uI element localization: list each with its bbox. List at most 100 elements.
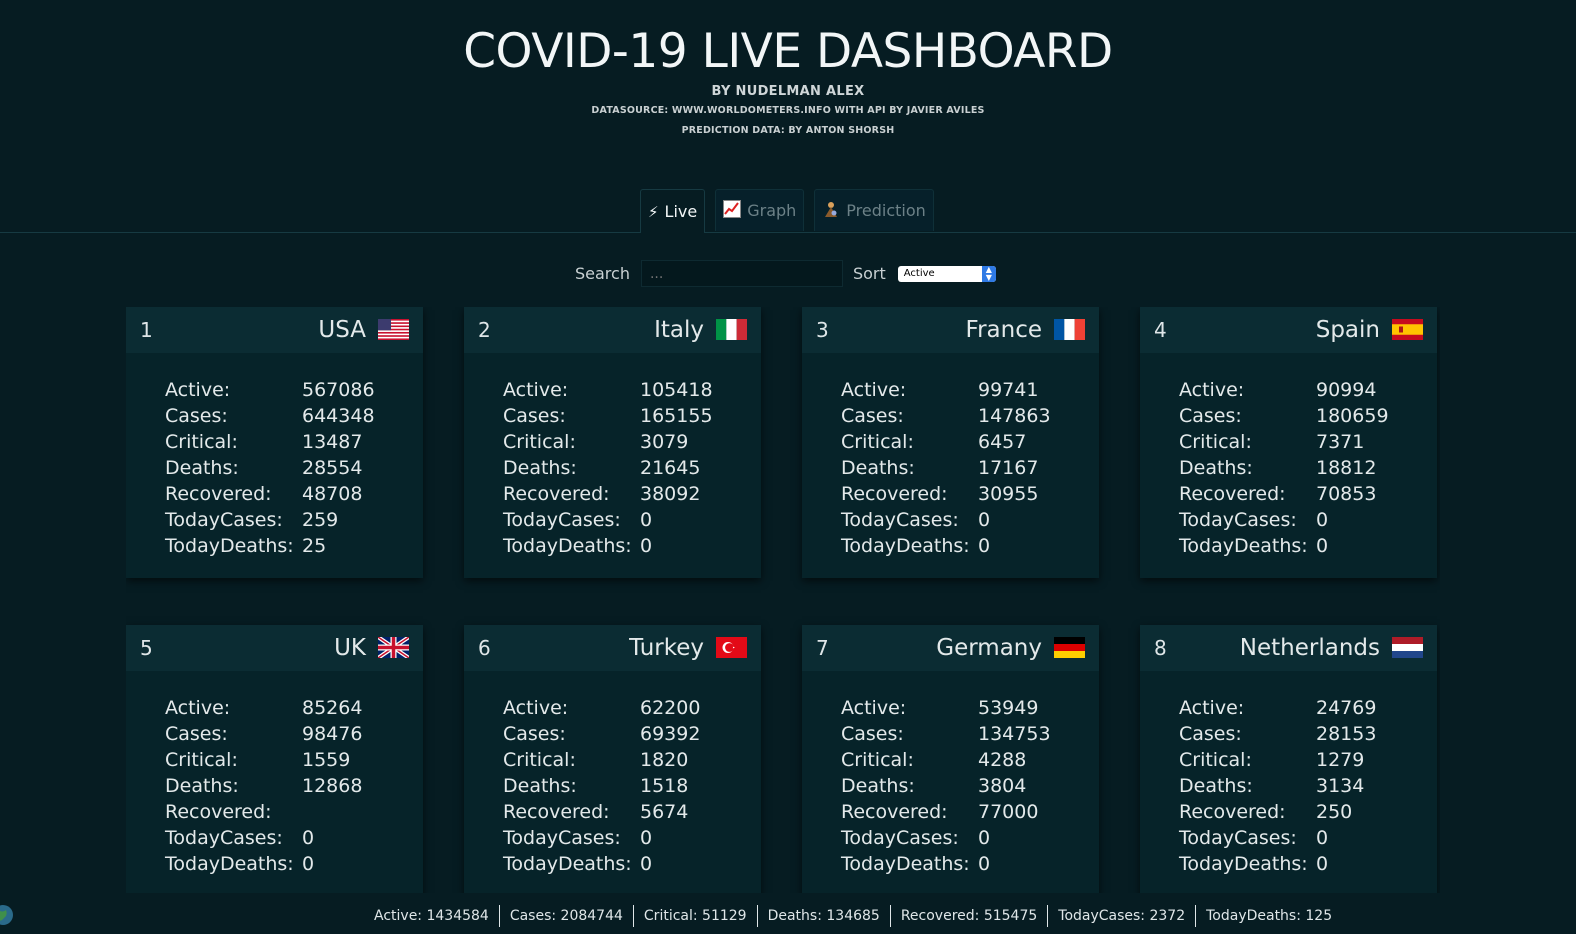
stat-value: 134753 <box>978 723 1051 745</box>
stat-value: 0 <box>302 827 315 849</box>
country-card[interactable]: 4 Spain Active: 90994 Cases: 180659 Critical: 7… <box>1140 307 1437 578</box>
stat-label: TodayCases: <box>1179 827 1297 849</box>
stat-value: 105418 <box>640 379 713 401</box>
stat-label: Recovered: <box>165 801 272 823</box>
stat-row: Active: 85264 <box>165 695 423 721</box>
country-name: Turkey <box>629 635 704 661</box>
stat-value: 17167 <box>978 457 1039 479</box>
country-rank: 2 <box>478 318 491 342</box>
total-cases: Cases: 2084744 <box>498 905 633 927</box>
stat-label: Deaths: <box>165 457 239 479</box>
datasource-line: DATASOURCE: WWW.WORLDOMETERS.INFO WITH A… <box>591 105 985 116</box>
country-card[interactable]: 6 Turkey Active: 62200 Cases: 69392 Critical: 1… <box>464 625 761 893</box>
stat-label: Recovered: <box>165 483 272 505</box>
stat-label: TodayCases: <box>503 509 621 531</box>
stat-label: Critical: <box>1179 431 1252 453</box>
stat-value: 6457 <box>978 431 1027 453</box>
page-title: COVID-19 LIVE DASHBOARD <box>463 24 1113 79</box>
stat-row: Critical: 3079 <box>503 429 761 455</box>
stat-value: 7371 <box>1316 431 1365 453</box>
country-name: Netherlands <box>1239 635 1380 661</box>
stat-row: Critical: 13487 <box>165 429 423 455</box>
stat-label: Deaths: <box>165 775 239 797</box>
stat-value: 644348 <box>302 405 375 427</box>
usa-flag-icon <box>378 319 409 341</box>
stat-label: Deaths: <box>1179 457 1253 479</box>
stat-value: 53949 <box>978 697 1039 719</box>
stat-value: 0 <box>640 509 653 531</box>
stat-label: Cases: <box>1179 723 1242 745</box>
stat-row: Cases: 98476 <box>165 721 423 747</box>
country-card[interactable]: 3 France Active: 99741 Cases: 147863 Critical:… <box>802 307 1099 578</box>
stat-value: 21645 <box>640 457 701 479</box>
stat-value: 1559 <box>302 749 351 771</box>
stat-row: Deaths: 28554 <box>165 455 423 481</box>
stat-label: TodayDeaths: <box>165 853 294 875</box>
stat-value: 1820 <box>640 749 689 771</box>
stat-row: Deaths: 17167 <box>841 455 1099 481</box>
country-name: Spain <box>1315 317 1380 343</box>
search-input[interactable] <box>640 260 843 287</box>
stat-row: Recovered: 5674 <box>503 799 761 825</box>
tab-prediction[interactable]: Prediction <box>814 189 934 231</box>
stat-row: TodayCases: 0 <box>503 507 761 533</box>
country-card[interactable]: 5 UK Active: 85264 Cases: 98476 Critical: 1559 D… <box>126 625 423 893</box>
stat-value: 25 <box>302 535 327 557</box>
stat-value: 0 <box>978 509 991 531</box>
search-label: Search <box>575 264 630 283</box>
stat-value: 0 <box>1316 535 1329 557</box>
stat-label: Critical: <box>165 749 238 771</box>
stat-value: 48708 <box>302 483 363 505</box>
stat-row: Deaths: 18812 <box>1179 455 1437 481</box>
stat-label: Active: <box>841 697 907 719</box>
page-header: COVID-19 LIVE DASHBOARD BY NUDELMAN ALEX… <box>0 0 1576 137</box>
stat-row: TodayCases: 0 <box>841 825 1099 851</box>
sort-select[interactable]: Active ▲ ▼ <box>897 265 996 282</box>
country-rank: 3 <box>816 318 829 342</box>
stat-label: Active: <box>503 379 569 401</box>
stat-value: 85264 <box>302 697 363 719</box>
stat-row: Critical: 1279 <box>1179 747 1437 773</box>
stat-label: Cases: <box>503 405 566 427</box>
country-card[interactable]: 2 Italy Active: 105418 Cases: 165155 Critical:… <box>464 307 761 578</box>
stat-row: TodayCases: 0 <box>165 825 423 851</box>
tab-live[interactable]: ⚡ Live <box>640 189 706 233</box>
stat-value: 28554 <box>302 457 363 479</box>
stat-row: Cases: 28153 <box>1179 721 1437 747</box>
tab-graph[interactable]: Graph <box>715 189 805 231</box>
stat-value: 4288 <box>978 749 1027 771</box>
country-card[interactable]: 7 Germany Active: 53949 Cases: 134753 Critical… <box>802 625 1099 893</box>
germany-flag-icon <box>1054 637 1085 658</box>
total-recovered: Recovered: 515475 <box>889 905 1047 927</box>
prediction-credit-line: PREDICTION DATA: BY ANTON SHORSH <box>681 125 895 136</box>
country-card[interactable]: 8 Netherlands Active: 24769 Cases: 28153 Criti… <box>1140 625 1437 893</box>
stat-row: TodayCases: 0 <box>841 507 1099 533</box>
stat-row: TodayDeaths: 0 <box>1179 533 1437 559</box>
italy-flag-icon <box>716 319 747 340</box>
country-stats: Active: 567086 Cases: 644348 Critical: 13487 D… <box>126 353 423 559</box>
stat-label: Cases: <box>841 405 904 427</box>
stat-row: Cases: 69392 <box>503 721 761 747</box>
stat-label: Cases: <box>1179 405 1242 427</box>
stat-row: TodayCases: 0 <box>503 825 761 851</box>
stat-row: TodayDeaths: 25 <box>165 533 423 559</box>
stat-value: 0 <box>640 853 653 875</box>
stat-label: TodayCases: <box>165 509 283 531</box>
stat-label: Critical: <box>1179 749 1252 771</box>
stat-row: Active: 567086 <box>165 377 423 403</box>
stat-value: 99741 <box>978 379 1039 401</box>
stat-row: TodayDeaths: 0 <box>841 533 1099 559</box>
stat-label: TodayDeaths: <box>503 535 632 557</box>
stat-row: Deaths: 21645 <box>503 455 761 481</box>
country-card[interactable]: 1 USA Active: 567086 Cases: 644348 Critical: 13… <box>126 307 423 578</box>
tab-live-label: Live <box>664 202 698 221</box>
stat-value: 0 <box>978 853 991 875</box>
stat-label: Recovered: <box>841 801 948 823</box>
stat-row: Cases: 165155 <box>503 403 761 429</box>
stat-label: TodayDeaths: <box>841 853 970 875</box>
total-deaths: Deaths: 134685 <box>756 905 890 927</box>
stat-value: 30955 <box>978 483 1039 505</box>
country-rank: 7 <box>816 636 829 660</box>
stat-value: 165155 <box>640 405 713 427</box>
stat-label: TodayDeaths: <box>841 535 970 557</box>
